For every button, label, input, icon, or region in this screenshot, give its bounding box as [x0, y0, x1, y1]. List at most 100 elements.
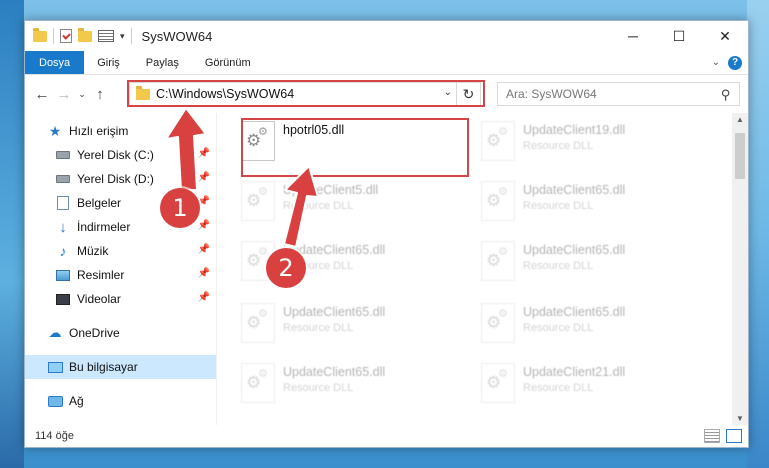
sidebar-item-label: Videolar: [77, 292, 121, 306]
dll-file-icon: [481, 241, 515, 281]
drive-icon: [55, 171, 71, 187]
pictures-icon: [55, 267, 71, 283]
forward-button[interactable]: →: [53, 86, 75, 103]
sidebar-item-label: Resimler: [77, 268, 125, 282]
search-box[interactable]: Ara: SysWOW64 ⚲: [497, 82, 740, 106]
drive-icon: [55, 147, 71, 163]
toolbar-divider: [130, 28, 132, 44]
ribbon-right: ⌄ ?: [712, 51, 748, 74]
sidebar-item-label: Belgeler: [77, 196, 122, 210]
view-switcher: [704, 429, 748, 443]
file-item[interactable]: UpdateClient21.dll Resource DLL: [479, 361, 709, 415]
sidebar-item-label: Yerel Disk (D:): [77, 172, 154, 186]
address-path[interactable]: C:\Windows\SysWOW64: [156, 87, 294, 101]
pin-icon: 📌: [197, 172, 210, 183]
sidebar-item-onedrive[interactable]: ☁ OneDrive: [25, 321, 216, 345]
status-bar: 114 öğe: [25, 425, 748, 447]
vertical-scrollbar[interactable]: ▲ ▼: [732, 113, 748, 425]
properties-check-icon[interactable]: [60, 29, 72, 43]
videos-icon: [55, 291, 71, 307]
close-button[interactable]: ✕: [702, 21, 748, 51]
dll-file-icon: [481, 181, 515, 221]
expand-ribbon-icon[interactable]: ⌄: [712, 57, 720, 68]
file-name: UpdateClient65.dll: [283, 365, 386, 379]
sidebar-item-pictures[interactable]: Resimler 📌: [25, 263, 216, 287]
explorer-window: ▾ SysWOW64 ─ ☐ ✕ Dosya Giriş Paylaş Görü…: [24, 20, 749, 448]
ribbon-tabs: Dosya Giriş Paylaş Görünüm ⌄ ?: [25, 51, 748, 75]
customize-toolbar-icon[interactable]: ▾: [120, 31, 125, 42]
pin-icon: 📌: [197, 268, 210, 279]
navigation-pane: ★ Hızlı erişim Yerel Disk (C:) 📌 Yerel D…: [25, 113, 217, 425]
scrollbar-thumb[interactable]: [735, 133, 745, 179]
address-dropdown-icon[interactable]: ⌄: [444, 87, 452, 98]
tab-view[interactable]: Görünüm: [192, 51, 264, 74]
dll-file-icon: [481, 303, 515, 343]
file-item[interactable]: UpdateClient65.dll Resource DLL: [479, 179, 709, 233]
refresh-button[interactable]: ↻: [456, 83, 480, 105]
file-type: Resource DLL: [283, 200, 354, 212]
computer-icon: [47, 359, 63, 375]
sidebar-item-label: Yerel Disk (C:): [77, 148, 154, 162]
content-area: ★ Hızlı erişim Yerel Disk (C:) 📌 Yerel D…: [25, 113, 748, 425]
window-title: SysWOW64: [141, 28, 213, 44]
new-folder-icon[interactable]: [78, 27, 92, 42]
sidebar-item-music[interactable]: ♪ Müzik 📌: [25, 239, 216, 263]
minimize-button[interactable]: ─: [610, 21, 656, 51]
pin-icon: 📌: [197, 220, 210, 231]
up-button[interactable]: ↑: [89, 86, 111, 103]
sidebar-item-local-disk-d[interactable]: Yerel Disk (D:) 📌: [25, 167, 216, 191]
dll-file-icon: [241, 181, 275, 221]
search-icon[interactable]: ⚲: [721, 87, 731, 103]
sidebar-item-network[interactable]: Ağ: [25, 389, 216, 413]
toolbar-divider: [53, 28, 54, 44]
item-count: 114 öğe: [35, 430, 74, 442]
desktop-background-left: [0, 0, 24, 468]
tab-file[interactable]: Dosya: [25, 51, 85, 74]
file-name: UpdateClient19.dll: [523, 123, 626, 137]
downloads-icon: ↓: [59, 218, 67, 236]
maximize-button[interactable]: ☐: [656, 21, 702, 51]
file-type: Resource DLL: [523, 382, 594, 394]
sidebar-item-local-disk-c[interactable]: Yerel Disk (C:) 📌: [25, 143, 216, 167]
scroll-up-icon[interactable]: ▲: [732, 115, 748, 124]
view-properties-icon[interactable]: [98, 30, 114, 42]
file-item[interactable]: UpdateClient5.dll Resource DLL: [239, 179, 469, 233]
folder-icon: [136, 85, 150, 100]
file-name: UpdateClient65.dll: [523, 243, 626, 257]
file-item[interactable]: UpdateClient65.dll Resource DLL: [479, 301, 709, 355]
sidebar-item-label: İndirmeler: [77, 220, 131, 234]
dll-file-icon: [481, 363, 515, 403]
recent-locations-button[interactable]: ⌄: [75, 89, 89, 100]
sidebar-item-label: Müzik: [77, 244, 109, 258]
back-button[interactable]: ←: [31, 86, 53, 103]
star-icon: ★: [48, 122, 62, 139]
tab-share[interactable]: Paylaş: [133, 51, 192, 74]
address-bar[interactable]: C:\Windows\SysWOW64 ⌄ ↻: [129, 82, 481, 106]
file-item-hpotrl05[interactable]: hpotrl05.dll: [239, 119, 469, 173]
file-type: Resource DLL: [523, 260, 594, 272]
help-icon[interactable]: ?: [728, 55, 742, 70]
sidebar-item-label: Ağ: [69, 394, 84, 408]
sidebar-item-this-pc[interactable]: Bu bilgisayar: [25, 355, 216, 379]
sidebar-item-quick-access[interactable]: ★ Hızlı erişim: [25, 119, 216, 143]
step-badge-1: 1: [160, 188, 200, 228]
dll-file-icon: [241, 303, 275, 343]
pin-icon: 📌: [197, 148, 210, 159]
file-item[interactable]: UpdateClient19.dll Resource DLL: [479, 119, 709, 173]
file-item[interactable]: UpdateClient65.dll Resource DLL: [479, 239, 709, 293]
music-icon: ♪: [59, 243, 67, 259]
file-type: Resource DLL: [523, 200, 594, 212]
scroll-down-icon[interactable]: ▼: [732, 414, 748, 423]
network-icon: [47, 393, 63, 409]
folder-icon: [33, 27, 47, 42]
window-controls: ─ ☐ ✕: [610, 21, 748, 51]
sidebar-item-videos[interactable]: Videolar 📌: [25, 287, 216, 311]
file-type: Resource DLL: [283, 382, 354, 394]
large-icons-view-icon[interactable]: [726, 429, 742, 443]
file-name: UpdateClient5.dll: [283, 183, 379, 197]
file-item[interactable]: UpdateClient65.dll Resource DLL: [239, 301, 469, 355]
details-view-icon[interactable]: [704, 429, 720, 443]
tab-home[interactable]: Giriş: [84, 51, 133, 74]
file-item[interactable]: UpdateClient65.dll Resource DLL: [239, 361, 469, 415]
sidebar-item-label: OneDrive: [69, 326, 120, 340]
